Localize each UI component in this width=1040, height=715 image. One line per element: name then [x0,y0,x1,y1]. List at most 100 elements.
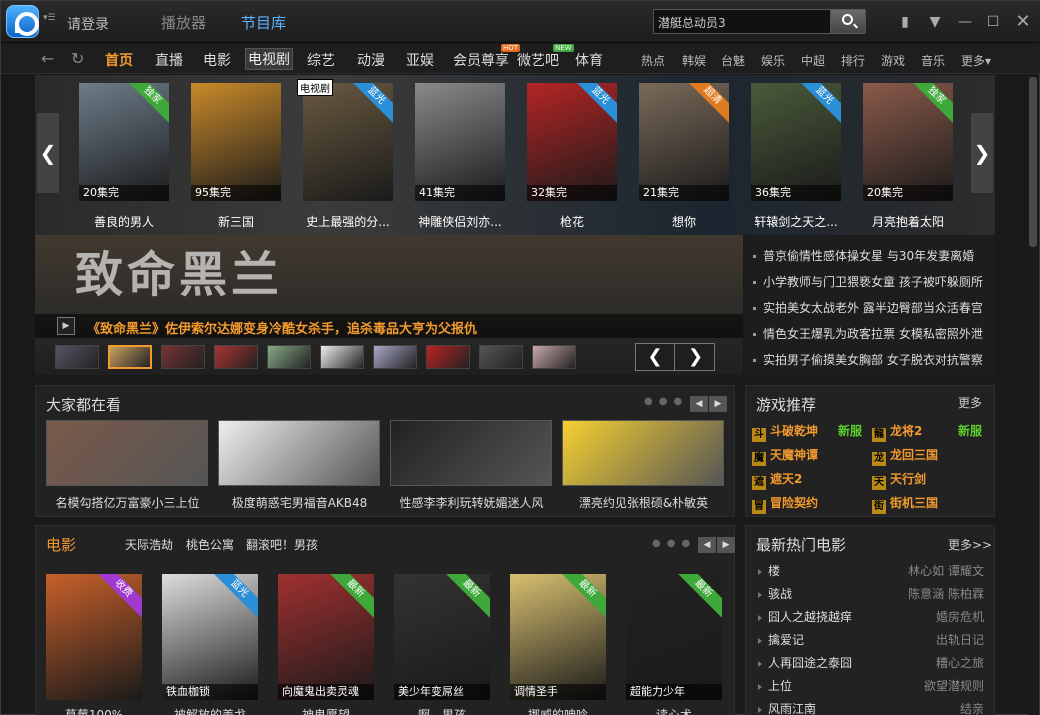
panel-next-button[interactable]: ▶ [709,396,727,412]
tv-poster-title[interactable]: 善良的男人 [69,213,179,230]
video-card[interactable] [46,420,208,486]
game-item[interactable]: 街街机三国 [872,494,938,514]
hot-movie-item[interactable]: 人再囧途之泰囧 糟心之旅 [756,652,984,675]
nav-weiyi[interactable]: 微艺吧 NEW [517,44,574,70]
maximize-icon[interactable]: ☐ [983,12,1003,32]
movie-title[interactable]: 啊，男孩 [387,706,497,715]
movie-poster[interactable]: 收费 [46,574,142,700]
banner-thumbnail[interactable] [479,345,523,369]
movie-next-button[interactable]: ▶ [717,537,735,553]
nav-rank[interactable]: 排行 [841,52,865,69]
video-card-title[interactable]: 漂亮约见张根硕&朴敏英 [556,494,731,511]
banner-thumbnail[interactable] [320,345,364,369]
tab-library[interactable]: 节目库 [241,12,286,33]
video-card-title[interactable]: 性感李李利玩转妩媚迷人风 [384,494,559,511]
game-item[interactable]: 天天行剑 [872,470,926,490]
game-item[interactable]: 魔天魔神谭 [752,446,818,466]
movie-poster[interactable]: 最新 调情圣手 [510,574,606,700]
tv-poster-title[interactable]: 新三国 [181,213,291,230]
tv-poster[interactable]: 超清 21集完 [639,83,729,201]
tv-poster[interactable]: 蓝光 [303,83,393,201]
logo-menu-chevron-icon[interactable]: ▾☰ [43,13,56,23]
close-icon[interactable]: ✕ [1013,12,1033,32]
hot-movie-item[interactable]: 擒爱记 出轨日记 [756,629,984,652]
nav-live[interactable]: 直播 [155,50,183,70]
nav-more[interactable]: 更多▾ [961,52,991,69]
game-item[interactable]: 斗斗破乾坤 [752,422,818,442]
game-item[interactable]: 冒冒险契约 [752,494,818,514]
tv-poster[interactable]: 蓝光 32集完 [527,83,617,201]
game-item[interactable]: 龙龙回三国 [872,446,938,466]
movie-poster[interactable]: 最新 向魔鬼出卖灵魂 [278,574,374,700]
video-card[interactable] [562,420,724,486]
banner-thumbnail[interactable] [267,345,311,369]
tv-poster-title[interactable]: 枪花 [517,213,627,230]
game-item[interactable]: 龍龙将2 [872,422,922,442]
tv-poster-title[interactable]: 神雕侠侣刘亦... [405,213,515,230]
refresh-icon[interactable]: ↻ [71,49,84,68]
movie-tab-2[interactable]: 桃色公寓 [186,536,234,553]
login-link[interactable]: 请登录 [67,14,109,34]
banner-thumbnail[interactable] [373,345,417,369]
hot-movie-item[interactable]: 上位 欲望潜规则 [756,675,984,698]
tv-poster[interactable]: 95集完 [191,83,281,201]
news-item[interactable]: 实拍男子偷摸美女胸部 女子脱衣对抗警察 [745,347,995,373]
banner-thumbnail[interactable] [161,345,205,369]
banner-thumbnail[interactable] [55,345,99,369]
hot-movie-item[interactable]: 风雨江南 结亲 [756,698,984,715]
play-icon[interactable]: ▶ [57,317,75,335]
video-card[interactable] [218,420,380,486]
game-item[interactable]: 遮遮天2 [752,470,802,490]
nav-vip[interactable]: 会员尊享 HOT [453,44,521,70]
tv-poster-title[interactable]: 月亮抱着太阳 [853,213,963,230]
nav-game[interactable]: 游戏 [881,52,905,69]
movie-title[interactable]: 读心术 [619,706,729,715]
search-button[interactable] [830,10,865,33]
nav-movie[interactable]: 电影 [203,50,231,70]
nav-anime[interactable]: 动漫 [357,50,385,70]
banner-thumbnail[interactable] [426,345,470,369]
movie-poster[interactable]: 最新 超能力少年 [626,574,722,700]
game-more-link[interactable]: 更多 [958,394,982,411]
movie-title[interactable]: 神鬼愿望 [271,706,381,715]
panel-prev-button[interactable]: ◀ [690,396,708,412]
tv-poster-title[interactable]: 想你 [629,213,739,230]
nav-hot[interactable]: 热点 [641,52,665,69]
nav-sports[interactable]: 体育 [575,50,603,70]
movie-title[interactable]: 被解放的姜戈 [155,706,265,715]
nav-music[interactable]: 音乐 [921,52,945,69]
featured-banner[interactable]: 致命黑兰 ▶ 《致命黑兰》佐伊索尔达娜变身冷酷女杀手，追杀毒品大亨为父报仇 ❮ … [35,235,743,375]
nav-asia-ent[interactable]: 亚娱 [406,50,434,70]
movie-title[interactable]: 挪威的呻吟 [503,706,613,715]
hot-movie-item[interactable]: 楼 林心如 谭耀文 [756,560,984,583]
tv-poster[interactable]: 蓝光 36集完 [751,83,841,201]
nav-taiwan[interactable]: 台魅 [721,52,745,69]
carousel-next-button[interactable]: ❯ [971,113,993,193]
scrollbar-thumb[interactable] [1029,77,1037,247]
search-input[interactable]: 潜艇总动员3 [658,14,726,31]
news-item[interactable]: 实拍美女太战老外 露半边臀部当众活春宫 [745,295,995,321]
tv-poster[interactable]: 独家 20集完 [863,83,953,201]
menu-icon[interactable]: ▼ [925,12,945,32]
news-item[interactable]: 情色女王爆乳为政客拉票 女模私密照外泄 [745,321,995,347]
nav-korea[interactable]: 韩娱 [682,52,706,69]
carousel-prev-button[interactable]: ❮ [37,113,59,193]
news-item[interactable]: 小学教师与门卫猥亵女童 孩子被吓躲厕所 [745,269,995,295]
movie-tab-1[interactable]: 天际浩劫 [125,536,173,553]
banner-prev-button[interactable]: ❮ [636,344,675,370]
back-arrow-icon[interactable]: ← [41,49,54,68]
movie-tab-3[interactable]: 翻滚吧！男孩 [246,536,318,553]
movie-poster[interactable]: 蓝光 铁血枷锁 [162,574,258,700]
news-item[interactable]: 普京偷情性感体操女星 与30年发妻离婚 [745,243,995,269]
tv-poster-title[interactable]: 轩辕剑之天之... [741,213,851,230]
tv-poster[interactable]: 独家 20集完 [79,83,169,201]
tab-player[interactable]: 播放器 [161,12,206,33]
banner-next-button[interactable]: ❯ [676,344,715,370]
nav-csl[interactable]: 中超 [801,52,825,69]
banner-thumbnail[interactable] [108,345,152,369]
nav-variety[interactable]: 综艺 [307,50,335,70]
video-card-title[interactable]: 极度萌惑宅男福音AKB48 [212,494,387,511]
nav-ent[interactable]: 娱乐 [761,52,785,69]
search-box[interactable]: 潜艇总动员3 [653,9,866,34]
banner-thumbnail[interactable] [214,345,258,369]
